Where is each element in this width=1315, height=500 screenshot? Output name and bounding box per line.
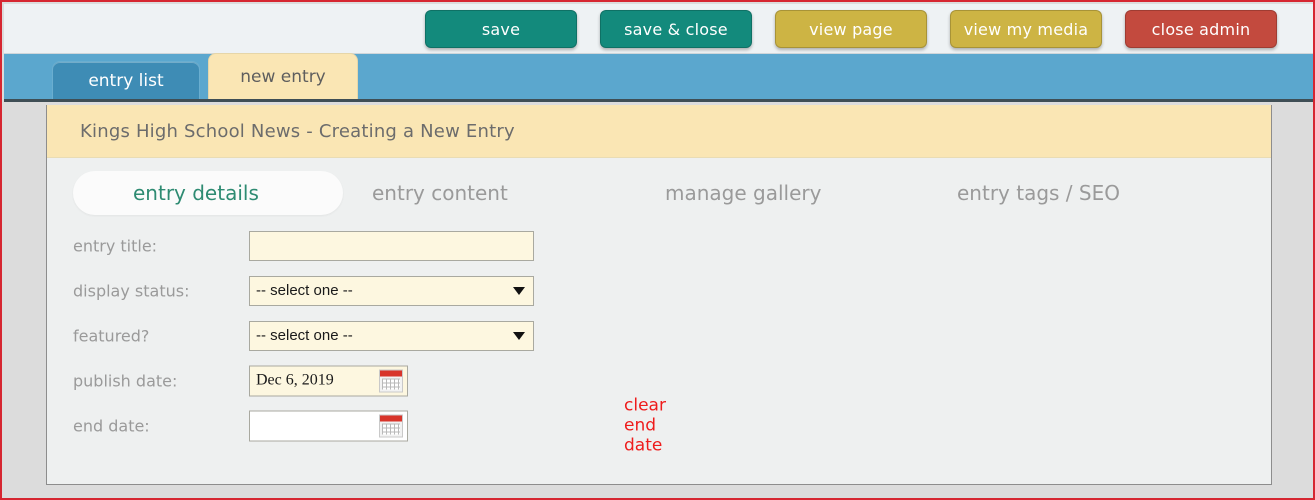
page-title: Kings High School News - Creating a New … [80, 120, 515, 142]
label-featured: featured? [73, 326, 150, 345]
label-entry-title: entry title: [73, 236, 158, 255]
featured-select[interactable]: -- select one -- [249, 320, 534, 351]
label-display-status: display status: [73, 281, 190, 300]
card-banner: Kings High School News - Creating a New … [47, 105, 1271, 158]
content-card: Kings High School News - Creating a New … [46, 105, 1272, 485]
top-toolbar: save save & close view page view my medi… [4, 4, 1313, 54]
field-display-status: -- select one -- [249, 275, 534, 306]
calendar-icon[interactable] [379, 369, 403, 392]
subtab-entry-tags-seo[interactable]: entry tags / SEO [957, 171, 1217, 215]
label-publish-date: publish date: [73, 371, 178, 390]
tab-entry-list[interactable]: entry list [52, 61, 200, 99]
label-end-date: end date: [73, 416, 150, 435]
entry-details-form: entry title: display status: -- select o… [47, 223, 1271, 456]
featured-selected-value: -- select one -- [256, 327, 353, 344]
display-status-selected-value: -- select one -- [256, 282, 353, 299]
admin-page: save save & close view page view my medi… [0, 0, 1315, 500]
close-admin-button[interactable]: close admin [1125, 10, 1277, 48]
field-entry-title [249, 230, 534, 261]
clear-end-date-link[interactable]: clear end date [624, 396, 666, 456]
sub-tab-bar: entry details entry content manage galle… [47, 159, 1271, 217]
subtab-entry-details[interactable]: entry details [73, 171, 343, 215]
tab-new-entry[interactable]: new entry [208, 53, 358, 99]
view-page-button[interactable]: view page [775, 10, 927, 48]
publish-date-value: Dec 6, 2019 [256, 371, 334, 389]
end-date-input[interactable] [249, 410, 408, 441]
publish-date-input[interactable]: Dec 6, 2019 [249, 365, 408, 396]
subtab-entry-content[interactable]: entry content [372, 171, 602, 215]
chevron-down-icon [513, 286, 525, 295]
chevron-down-icon [513, 331, 525, 340]
calendar-icon[interactable] [379, 414, 403, 437]
main-tab-strip: entry list new entry [4, 53, 1313, 102]
save-button[interactable]: save [425, 10, 577, 48]
field-publish-date: Dec 6, 2019 [249, 365, 408, 396]
field-end-date: clear end date [249, 396, 666, 456]
entry-title-input[interactable] [249, 230, 534, 261]
form-row-end-date: end date: clear end date [47, 396, 1271, 456]
field-featured: -- select one -- [249, 320, 534, 351]
display-status-select[interactable]: -- select one -- [249, 275, 534, 306]
form-row-entry-title: entry title: [47, 223, 1271, 268]
form-row-display-status: display status: -- select one -- [47, 268, 1271, 313]
form-row-featured: featured? -- select one -- [47, 313, 1271, 358]
subtab-manage-gallery[interactable]: manage gallery [665, 171, 895, 215]
view-my-media-button[interactable]: view my media [950, 10, 1102, 48]
save-and-close-button[interactable]: save & close [600, 10, 752, 48]
